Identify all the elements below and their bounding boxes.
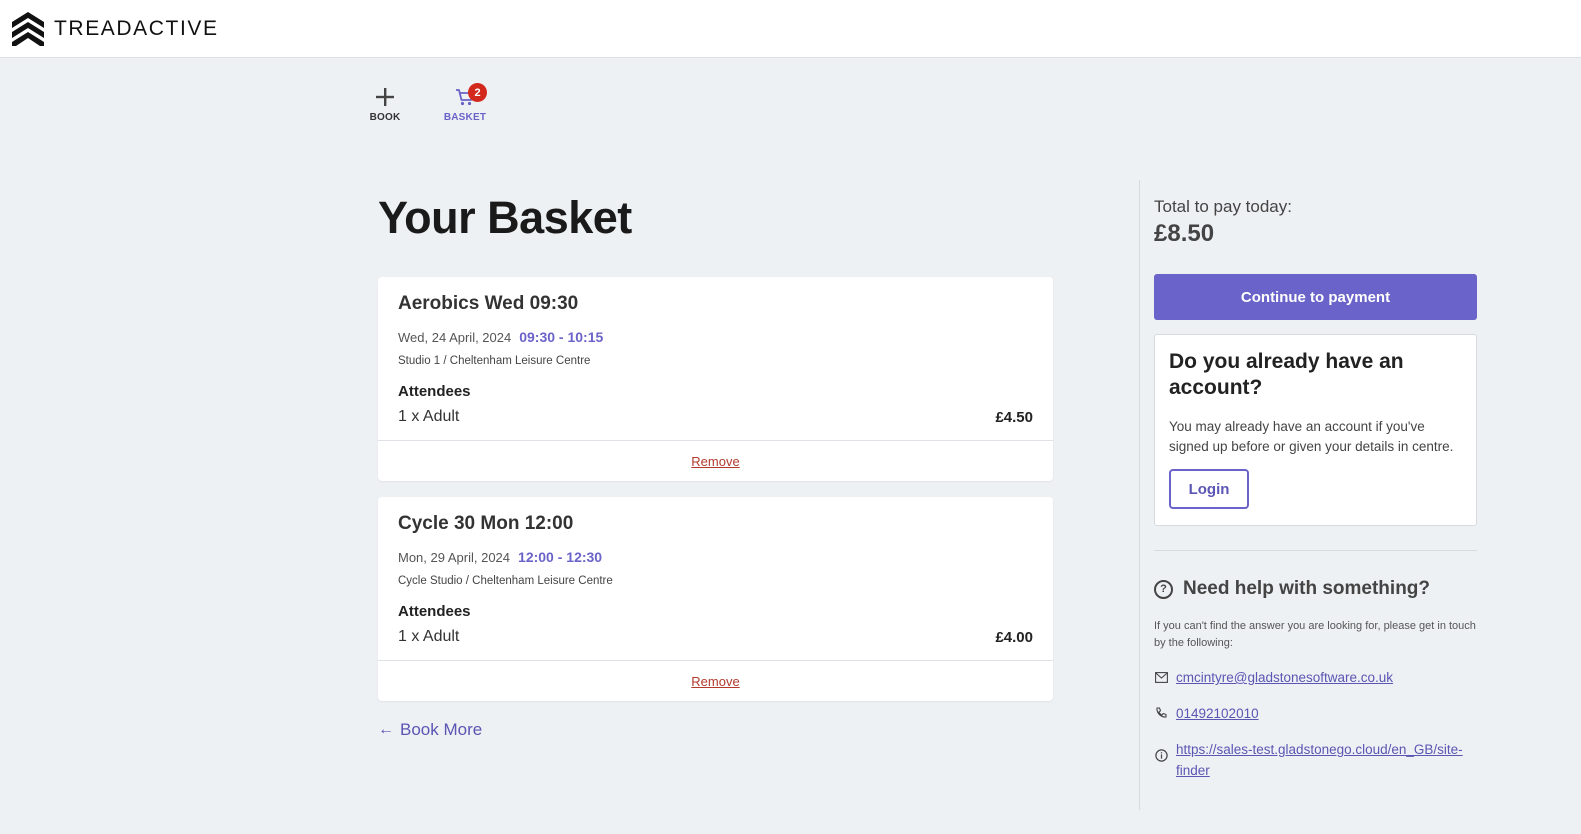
item-price: £4.50 — [995, 409, 1033, 426]
remove-item-link[interactable]: Remove — [691, 454, 739, 469]
basket-item: Cycle 30 Mon 12:00 Mon, 29 April, 2024 12… — [378, 497, 1053, 701]
contact-email: cmcintyre@gladstonesoftware.co.uk — [1154, 667, 1466, 688]
account-text: You may already have an account if you'v… — [1169, 419, 1454, 454]
basket-item-body: Aerobics Wed 09:30 Wed, 24 April, 2024 09… — [378, 277, 1053, 441]
contact-phone: 01492102010 — [1154, 703, 1466, 724]
account-panel: Do you already have an account? You may … — [1154, 334, 1477, 526]
class-time: 12:00 - 12:30 — [518, 549, 603, 565]
class-date-text: Mon, 29 April, 2024 — [398, 550, 511, 565]
nav-book-label: BOOK — [369, 112, 401, 123]
column-divider — [1139, 180, 1140, 810]
account-title: Do you already have an account? — [1169, 350, 1404, 399]
phone-link[interactable]: 01492102010 — [1176, 703, 1466, 724]
attendee-quantity: 1 x Adult — [398, 408, 460, 425]
class-title: Cycle 30 Mon 12:00 — [398, 513, 574, 534]
basket-item-footer: Remove — [378, 661, 1053, 701]
nav-book[interactable]: BOOK — [360, 86, 410, 123]
email-link[interactable]: cmcintyre@gladstonesoftware.co.uk — [1176, 667, 1466, 688]
class-time: 09:30 - 10:15 — [519, 329, 604, 345]
page-title: Your Basket — [378, 192, 632, 243]
login-button[interactable]: Login — [1169, 469, 1249, 509]
basket-item-body: Cycle 30 Mon 12:00 Mon, 29 April, 2024 12… — [378, 497, 1053, 661]
help-title: Need help with something? — [1183, 578, 1431, 599]
class-title: Aerobics Wed 09:30 — [398, 293, 579, 314]
basket-count-badge: 2 — [468, 83, 487, 102]
book-more-label: Book More — [400, 720, 483, 739]
basket-item: Aerobics Wed 09:30 Wed, 24 April, 2024 09… — [378, 277, 1053, 481]
attendee-quantity: 1 x Adult — [398, 628, 460, 645]
contact-website: https://sales-test.gladstonego.cloud/en_… — [1154, 739, 1466, 781]
item-price: £4.00 — [995, 629, 1033, 646]
continue-to-payment-button[interactable]: Continue to payment — [1154, 274, 1477, 320]
class-date-text: Wed, 24 April, 2024 — [398, 330, 512, 345]
class-location: Cycle Studio / Cheltenham Leisure Centre — [398, 575, 613, 587]
book-more-link[interactable]: ← Book More — [378, 720, 482, 740]
phone-icon — [1154, 706, 1168, 720]
envelope-icon — [1154, 670, 1168, 684]
brand-logo[interactable]: TREADACTIVE — [10, 11, 219, 47]
nav-basket-label: BASKET — [443, 112, 487, 123]
class-date: Wed, 24 April, 2024 09:30 - 10:15 — [398, 329, 603, 345]
remove-item-link[interactable]: Remove — [691, 674, 739, 689]
plus-icon — [376, 88, 394, 106]
treadactive-logo-icon — [12, 12, 44, 46]
basket-item-footer: Remove — [378, 441, 1053, 481]
total-value: £8.50 — [1154, 220, 1215, 247]
class-date: Mon, 29 April, 2024 12:00 - 12:30 — [398, 549, 602, 565]
sidebar-divider — [1154, 550, 1477, 551]
top-bar: TREADACTIVE — [0, 0, 1581, 58]
arrow-left-icon: ← — [378, 721, 394, 738]
info-circle-icon — [1154, 748, 1168, 762]
attendees-heading: Attendees — [398, 383, 471, 400]
help-question-icon: ? — [1154, 579, 1173, 599]
help-text: If you can't find the answer you are loo… — [1154, 620, 1476, 649]
help-heading: ? Need help with something? — [1154, 578, 1430, 600]
brand-name: TREADACTIVE — [54, 17, 219, 40]
website-link[interactable]: https://sales-test.gladstonego.cloud/en_… — [1176, 739, 1466, 781]
class-location: Studio 1 / Cheltenham Leisure Centre — [398, 355, 591, 367]
total-label: Total to pay today: — [1154, 197, 1292, 216]
nav-basket[interactable]: 2 BASKET — [440, 83, 490, 123]
attendees-heading: Attendees — [398, 603, 471, 620]
